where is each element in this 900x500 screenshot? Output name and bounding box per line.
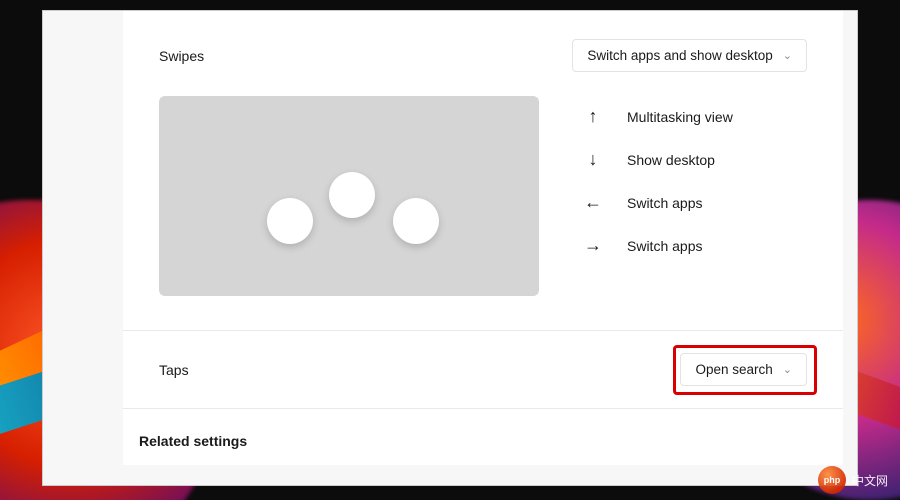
arrow-up-icon: ↑ bbox=[577, 106, 609, 127]
swipes-label: Swipes bbox=[159, 48, 204, 64]
gesture-item-up: ↑ Multitasking view bbox=[577, 106, 733, 127]
gesture-item-down: ↓ Show desktop bbox=[577, 149, 733, 170]
watermark-logo-icon: php bbox=[818, 466, 846, 494]
chevron-down-icon: ⌄ bbox=[783, 363, 792, 376]
chevron-down-icon: ⌄ bbox=[783, 49, 792, 62]
taps-dropdown-value: Open search bbox=[695, 362, 772, 377]
arrow-left-icon: ← bbox=[577, 192, 609, 213]
watermark-text: 中文网 bbox=[852, 472, 888, 489]
gesture-list: ↑ Multitasking view ↓ Show desktop ← Swi… bbox=[577, 96, 733, 296]
gesture-item-right: → Switch apps bbox=[577, 235, 733, 256]
section-swipes: Swipes Switch apps and show desktop ⌄ ↑ … bbox=[123, 11, 843, 331]
arrow-down-icon: ↓ bbox=[577, 149, 609, 170]
related-settings-heading: Related settings bbox=[123, 409, 843, 449]
touchpad-preview bbox=[159, 96, 539, 296]
taps-label: Taps bbox=[159, 362, 189, 378]
arrow-right-icon: → bbox=[577, 235, 609, 256]
preview-dot bbox=[267, 198, 313, 244]
preview-dot bbox=[393, 198, 439, 244]
settings-panel: Swipes Switch apps and show desktop ⌄ ↑ … bbox=[123, 11, 843, 465]
swipes-body: ↑ Multitasking view ↓ Show desktop ← Swi… bbox=[153, 96, 813, 330]
gesture-label: Show desktop bbox=[627, 152, 715, 168]
gesture-item-left: ← Switch apps bbox=[577, 192, 733, 213]
section-taps: Taps Open search ⌄ bbox=[123, 331, 843, 409]
swipes-dropdown[interactable]: Switch apps and show desktop ⌄ bbox=[572, 39, 807, 72]
screenshot-frame: Swipes Switch apps and show desktop ⌄ ↑ … bbox=[42, 10, 858, 486]
swipes-dropdown-value: Switch apps and show desktop bbox=[587, 48, 772, 63]
gesture-label: Multitasking view bbox=[627, 109, 733, 125]
taps-dropdown[interactable]: Open search ⌄ bbox=[680, 353, 807, 386]
swipes-header-row: Swipes Switch apps and show desktop ⌄ bbox=[153, 39, 813, 72]
watermark-badge: php 中文网 bbox=[818, 466, 888, 494]
preview-dot bbox=[329, 172, 375, 218]
gesture-label: Switch apps bbox=[627, 195, 702, 211]
gesture-label: Switch apps bbox=[627, 238, 702, 254]
